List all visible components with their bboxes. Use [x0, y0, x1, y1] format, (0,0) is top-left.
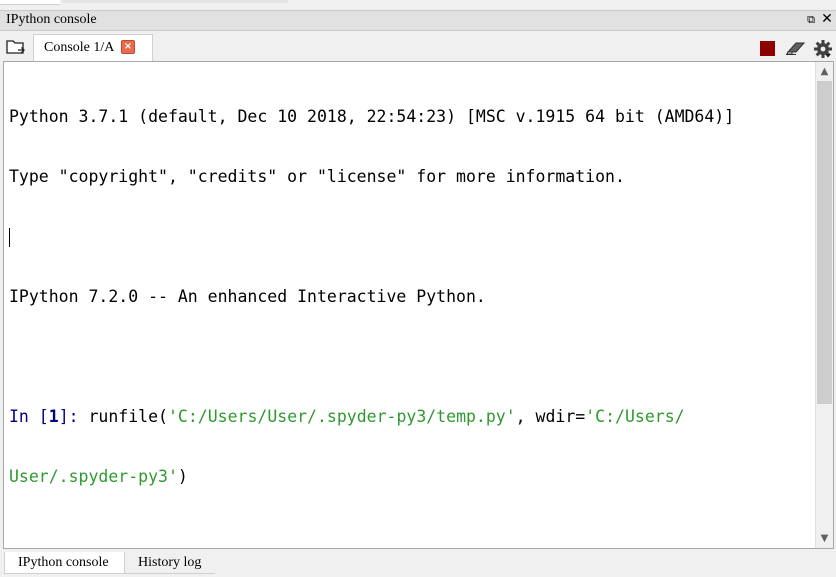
- pane-titlebar: IPython console ⧉ ✕: [0, 10, 836, 31]
- top-strip-bar: [62, 0, 288, 3]
- prompt-number: 1: [48, 407, 59, 426]
- bottom-tabbar: IPython console History log: [0, 549, 836, 577]
- scroll-thumb[interactable]: [817, 81, 832, 404]
- stop-icon[interactable]: [760, 41, 775, 56]
- pane-title: IPython console: [6, 12, 97, 27]
- scroll-down-icon[interactable]: ▼: [816, 530, 833, 547]
- prompt-close: ]:: [58, 407, 89, 426]
- top-strip: [0, 0, 836, 9]
- console-output[interactable]: Python 3.7.1 (default, Dec 10 2018, 22:5…: [3, 61, 834, 549]
- tab-console-1a[interactable]: Console 1/A ×: [33, 34, 153, 61]
- console-tabbar: Console 1/A ×: [0, 32, 836, 61]
- console-line: Python 3.7.1 (default, Dec 10 2018, 22:5…: [9, 107, 735, 126]
- input-continuation-line: User/.spyder-py3'): [9, 467, 817, 487]
- undock-icon[interactable]: ⧉: [804, 12, 818, 28]
- console-line: IPython 7.2.0 -- An enhanced Interactive…: [9, 287, 486, 306]
- tab-close-icon[interactable]: ×: [121, 40, 135, 54]
- code-text: ): [177, 467, 188, 486]
- code-text: , wdir=: [515, 407, 586, 426]
- tab-ipython-console[interactable]: IPython console: [4, 552, 125, 574]
- browse-tabs-icon[interactable]: [6, 38, 26, 56]
- top-strip-tab: [0, 0, 60, 5]
- tab-label: Console 1/A: [44, 40, 115, 55]
- gear-icon[interactable]: [813, 39, 833, 59]
- code-string: User/.spyder-py3': [9, 467, 178, 486]
- console-line: Type "copyright", "credits" or "license"…: [9, 167, 625, 186]
- text-cursor: [9, 228, 10, 247]
- console-text: Python 3.7.1 (default, Dec 10 2018, 22:5…: [9, 67, 817, 527]
- code-string: 'C:/Users/User/.spyder-py3/temp.py': [167, 407, 516, 426]
- prompt-in-label: In [: [9, 407, 49, 426]
- tab-history-log[interactable]: History log: [125, 552, 215, 574]
- close-pane-icon[interactable]: ✕: [820, 12, 834, 28]
- scroll-up-icon[interactable]: ▲: [816, 63, 833, 80]
- code-text: runfile(: [88, 407, 168, 426]
- input-prompt-line: In [1]: runfile('C:/Users/User/.spyder-p…: [9, 407, 817, 427]
- eraser-icon[interactable]: [785, 40, 807, 56]
- code-string: 'C:/Users/: [585, 407, 685, 426]
- console-scrollbar[interactable]: ▲ ▼: [815, 62, 833, 548]
